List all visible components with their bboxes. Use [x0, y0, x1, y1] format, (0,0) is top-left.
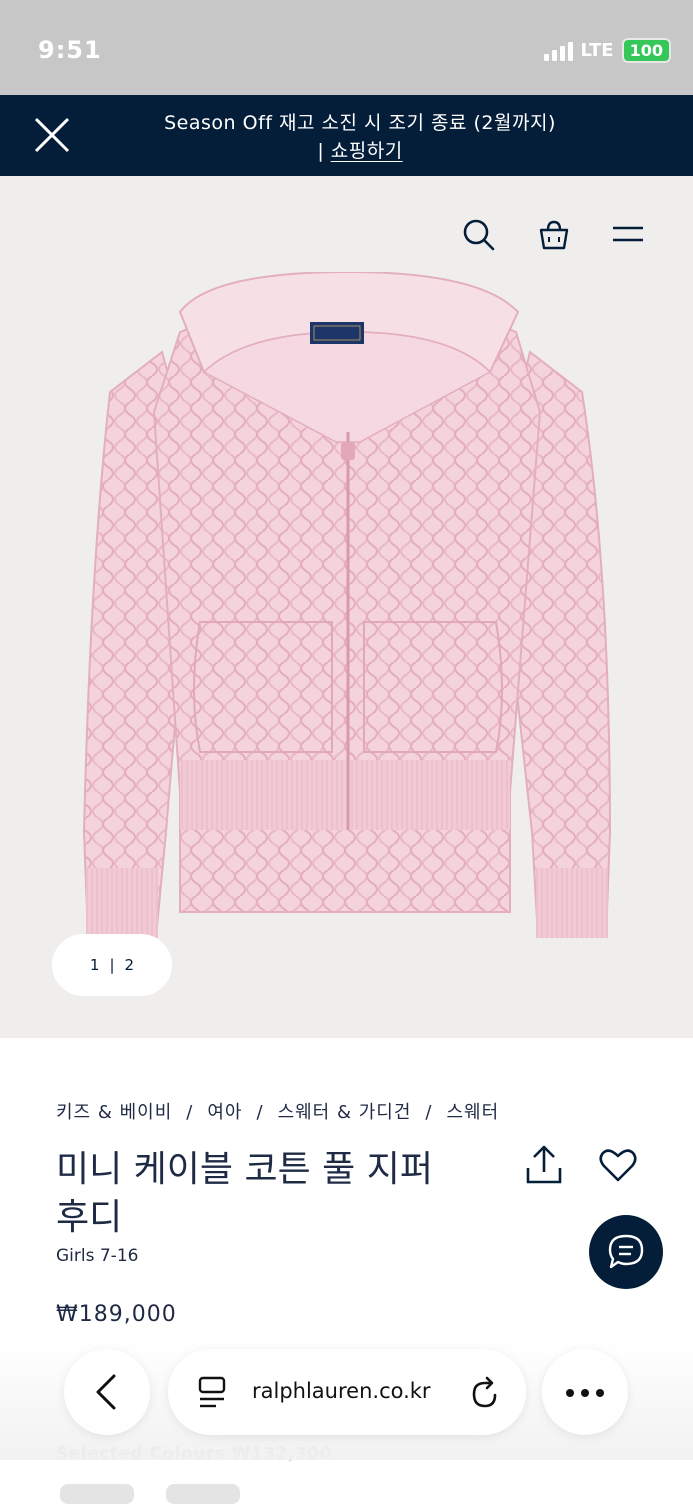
pager-separator: |	[109, 956, 115, 974]
promo-banner: Season Off 재고 소진 시 조기 종료 (2월까지) | 쇼핑하기	[0, 95, 693, 176]
colour-swatch[interactable]	[166, 1484, 240, 1504]
status-indicators: LTE 100	[543, 38, 671, 63]
network-label: LTE	[580, 40, 614, 61]
url-text: ralphlauren.co.kr	[252, 1379, 431, 1403]
browser-toolbar: ralphlauren.co.kr	[0, 1345, 693, 1440]
breadcrumb: 키즈 & 베이비 / 여아 / 스웨터 & 가디건 / 스웨터	[56, 1098, 513, 1124]
signal-icon	[543, 41, 573, 61]
shopping-bag-icon	[539, 220, 569, 250]
more-button[interactable]	[542, 1349, 628, 1435]
banner-shop-link[interactable]: 쇼핑하기	[331, 140, 403, 162]
cart-button[interactable]	[536, 218, 572, 252]
heart-icon	[599, 1149, 637, 1182]
pager-total: 2	[124, 956, 135, 974]
reload-icon[interactable]	[468, 1375, 502, 1411]
breadcrumb-separator: /	[256, 1102, 264, 1123]
image-pager[interactable]: 1 | 2	[52, 934, 172, 996]
breadcrumb-separator: /	[425, 1102, 433, 1123]
status-time: 9:51	[38, 36, 102, 64]
breadcrumb-separator: /	[186, 1102, 194, 1123]
banner-text-line: Season Off 재고 소진 시 조기 종료 (2월까지)	[164, 112, 556, 134]
close-icon	[34, 117, 70, 153]
product-image-gallery[interactable]: 1 | 2	[0, 176, 693, 1038]
chat-icon	[608, 1234, 644, 1269]
share-button[interactable]	[524, 1144, 564, 1186]
product-image	[82, 272, 612, 938]
pager-current: 1	[89, 956, 100, 974]
menu-button[interactable]	[612, 222, 644, 248]
breadcrumb-item[interactable]: 스웨터 & 가디건	[278, 1102, 412, 1123]
banner-divider: |	[317, 140, 325, 162]
back-button[interactable]	[64, 1349, 150, 1435]
reader-icon	[198, 1376, 226, 1408]
chevron-left-icon	[96, 1374, 116, 1410]
product-price: ₩189,000	[56, 1302, 177, 1327]
breadcrumb-item[interactable]: 여아	[207, 1102, 242, 1123]
menu-icon	[613, 226, 643, 242]
more-icon	[566, 1389, 604, 1397]
banner-message: Season Off 재고 소진 시 조기 종료 (2월까지) | 쇼핑하기	[100, 109, 620, 165]
address-bar[interactable]: ralphlauren.co.kr	[168, 1349, 526, 1435]
search-icon	[463, 219, 495, 251]
status-bar: 9:51 LTE 100	[0, 0, 693, 95]
search-button[interactable]	[462, 218, 496, 252]
colour-swatch[interactable]	[60, 1484, 134, 1504]
breadcrumb-item[interactable]: 키즈 & 베이비	[56, 1102, 172, 1123]
colour-swatches[interactable]	[60, 1484, 240, 1504]
product-subtitle: Girls 7-16	[56, 1246, 139, 1266]
wishlist-button[interactable]	[598, 1146, 638, 1184]
battery-icon: 100	[621, 38, 671, 63]
close-banner-button[interactable]	[30, 113, 74, 157]
product-title: 미니 케이블 코튼 풀 지퍼 후디	[56, 1149, 433, 1238]
breadcrumb-item[interactable]: 스웨터	[446, 1102, 499, 1123]
share-icon	[526, 1145, 562, 1184]
chat-button[interactable]	[589, 1215, 663, 1289]
